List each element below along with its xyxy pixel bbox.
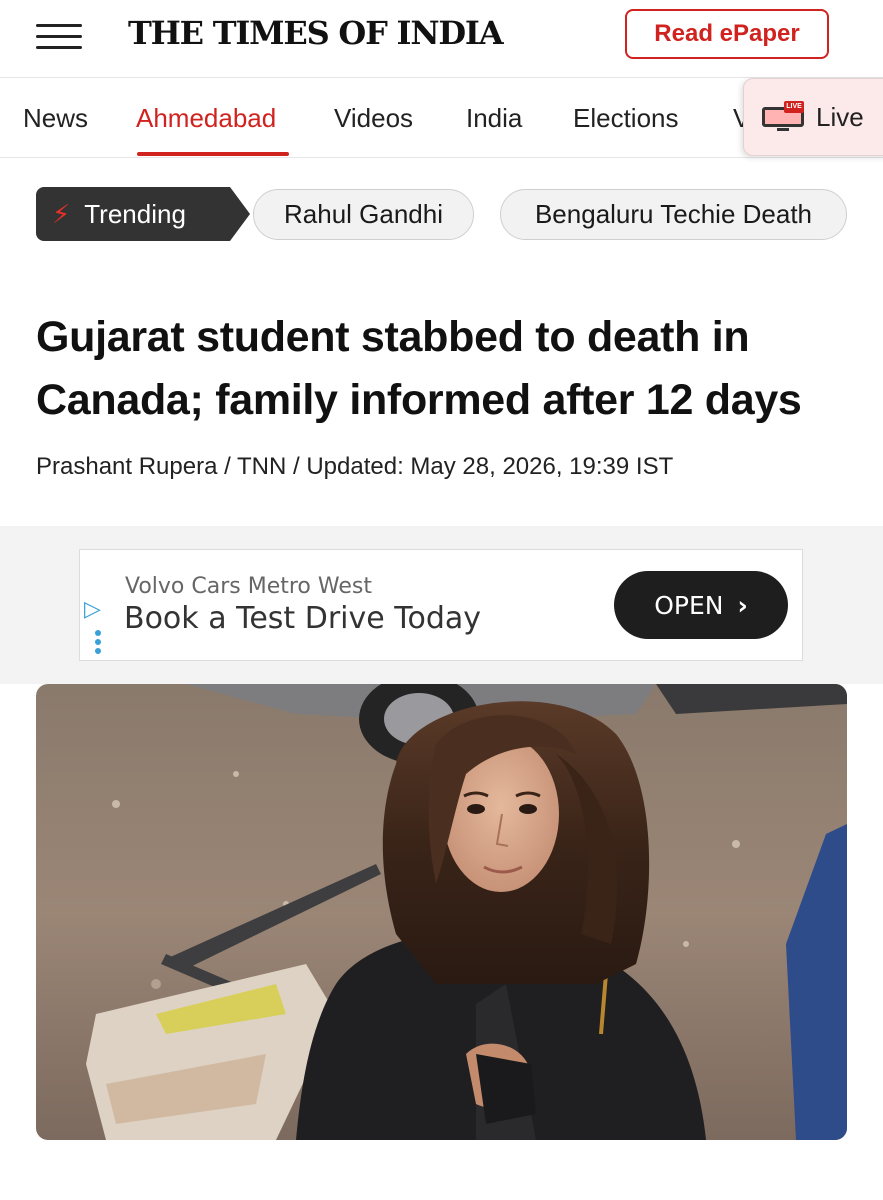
live-button[interactable]: LIVE Live — [743, 78, 883, 156]
ad-open-label: OPEN — [654, 590, 724, 620]
nav-item-elections[interactable]: Elections — [573, 79, 679, 157]
article-byline: Prashant Rupera / TNN / Updated: May 28,… — [36, 453, 674, 480]
ad-open-button[interactable]: OPEN › — [614, 571, 788, 639]
live-label: Live — [816, 101, 864, 132]
ad-sponsor[interactable]: Volvo Cars Metro West — [125, 574, 372, 599]
headline-line-2: Canada; family informed after 12 days — [36, 376, 802, 424]
article-headline: Gujarat student stabbed to death in Cana… — [36, 306, 846, 432]
live-tv-icon: LIVE — [762, 101, 804, 133]
ad-title[interactable]: Book a Test Drive Today — [124, 601, 481, 636]
trending-label: Trending — [84, 198, 186, 229]
hamburger-menu-icon[interactable] — [36, 22, 82, 52]
nav-item-india[interactable]: India — [466, 79, 522, 157]
active-tab-underline — [137, 152, 289, 156]
nav-item-ahmedabad[interactable]: Ahmedabad — [136, 79, 276, 157]
lightning-bolt-icon: ⚡ — [52, 198, 71, 229]
top-header: THE TIMES OF INDIA Read ePaper — [0, 0, 883, 78]
read-epaper-button[interactable]: Read ePaper — [625, 9, 829, 59]
chevron-right-icon: › — [737, 590, 748, 620]
trending-bar: ⚡ Trending — [36, 187, 250, 241]
trending-chip-bengaluru-techie-death[interactable]: Bengaluru Techie Death — [500, 189, 847, 240]
headline-line-1: Gujarat student stabbed to death in — [36, 313, 750, 361]
ad-options-icon[interactable] — [95, 630, 101, 657]
live-badge: LIVE — [784, 101, 804, 113]
adchoices-play-icon[interactable]: ▷ — [84, 596, 101, 622]
nav-item-videos[interactable]: Videos — [334, 79, 413, 157]
trending-chip-rahul-gandhi[interactable]: Rahul Gandhi — [253, 189, 474, 240]
trending-tag: ⚡ Trending — [36, 187, 250, 241]
site-logo[interactable]: THE TIMES OF INDIA — [128, 14, 504, 52]
article-photo[interactable] — [36, 684, 847, 1140]
nav-item-news[interactable]: News — [23, 79, 88, 157]
